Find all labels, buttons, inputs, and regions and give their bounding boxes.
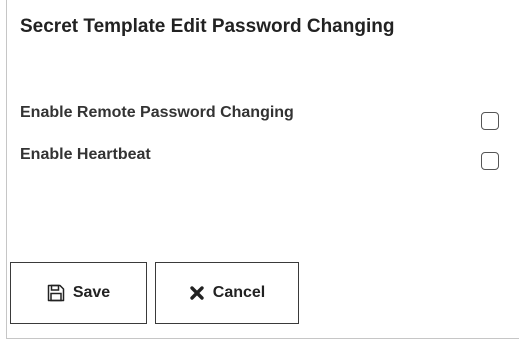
- heartbeat-label: Enable Heartbeat: [20, 146, 151, 163]
- cancel-button[interactable]: Cancel: [155, 262, 299, 324]
- page-title: Secret Template Edit Password Changing: [20, 16, 395, 37]
- save-button-label: Save: [72, 284, 111, 301]
- setting-row-heartbeat: Enable Heartbeat: [20, 146, 500, 170]
- remote-password-changing-checkbox[interactable]: [481, 112, 499, 130]
- save-icon: [47, 284, 65, 302]
- heartbeat-checkbox[interactable]: [481, 152, 499, 170]
- save-button[interactable]: Save: [10, 262, 147, 324]
- cancel-button-label: Cancel: [212, 284, 266, 301]
- remote-password-changing-label: Enable Remote Password Changing: [20, 104, 294, 121]
- setting-row-remote-password-changing: Enable Remote Password Changing: [20, 104, 500, 130]
- close-icon: [189, 285, 205, 301]
